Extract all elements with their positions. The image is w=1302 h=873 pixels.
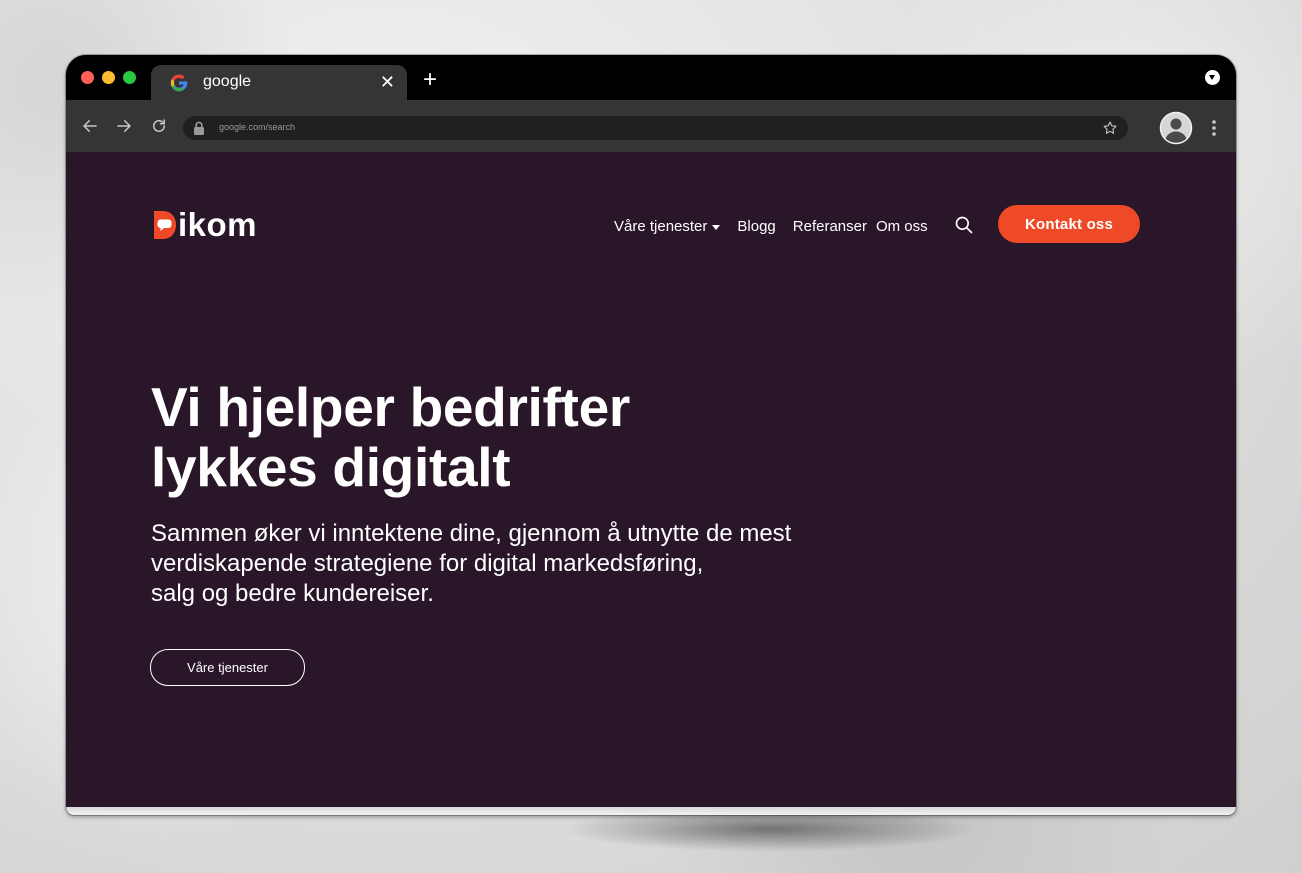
- contact-us-button[interactable]: Kontakt oss: [998, 205, 1140, 243]
- lock-icon: [194, 121, 204, 135]
- hero-subtitle-line: salg og bedre kundereiser.: [151, 580, 434, 607]
- minimize-window-button[interactable]: [102, 71, 115, 84]
- browser-window: google ✕ + google.com/search ikom Våre t…: [66, 55, 1236, 815]
- url-text: google.com/search: [219, 122, 296, 132]
- reload-icon[interactable]: [150, 117, 168, 135]
- profile-icon[interactable]: [1159, 111, 1193, 145]
- speech-bubble-logo-icon: [154, 211, 176, 239]
- forward-arrow-icon[interactable]: [115, 117, 133, 135]
- hero-title: Vi hjelper bedrifter lykkes digitalt: [151, 377, 630, 497]
- hero-subtitle-line: verdiskapende strategiene for digital ma…: [151, 550, 704, 577]
- tab-dropdown-icon[interactable]: [1205, 70, 1220, 85]
- browser-toolbar: google.com/search: [66, 100, 1236, 152]
- close-window-button[interactable]: [81, 71, 94, 84]
- tab-strip: google ✕ +: [66, 55, 1236, 100]
- hero-title-line: lykkes digitalt: [151, 436, 511, 498]
- nav-item-vare-tjenester[interactable]: Våre tjenester: [614, 218, 721, 236]
- search-icon[interactable]: [954, 215, 974, 235]
- hero-subtitle-line: Sammen øker vi inntektene dine, gjennom …: [151, 520, 792, 547]
- kebab-menu-icon[interactable]: [1211, 119, 1217, 137]
- tab-close-icon[interactable]: ✕: [380, 72, 395, 92]
- tab-title: google: [203, 73, 252, 90]
- nav-item-om-oss[interactable]: Om oss: [876, 218, 928, 236]
- new-tab-button[interactable]: +: [423, 68, 437, 92]
- nav-item-label: Våre tjenester: [614, 218, 708, 235]
- google-g-icon: [170, 74, 188, 92]
- site-logo[interactable]: ikom: [151, 207, 257, 243]
- back-arrow-icon[interactable]: [81, 117, 99, 135]
- address-bar[interactable]: google.com/search: [183, 116, 1128, 140]
- web-page: ikom Våre tjenester Blogg Referanser Om …: [66, 152, 1236, 807]
- nav-item-blogg[interactable]: Blogg: [737, 218, 775, 236]
- maximize-window-button[interactable]: [123, 71, 136, 84]
- logo-wordmark: ikom: [178, 206, 258, 243]
- nav-item-referanser[interactable]: Referanser: [793, 218, 867, 236]
- browser-tab[interactable]: google ✕: [151, 65, 407, 100]
- hero-subtitle: Sammen øker vi inntektene dine, gjennom …: [151, 519, 791, 609]
- window-bottom-frame: [66, 807, 1236, 815]
- caret-down-icon: [712, 224, 721, 230]
- hero-title-line: Vi hjelper bedrifter: [151, 376, 630, 438]
- our-services-button[interactable]: Våre tjenester: [150, 649, 305, 686]
- star-icon[interactable]: [1102, 120, 1118, 136]
- main-navigation: Våre tjenester Blogg Referanser Om oss: [614, 218, 945, 236]
